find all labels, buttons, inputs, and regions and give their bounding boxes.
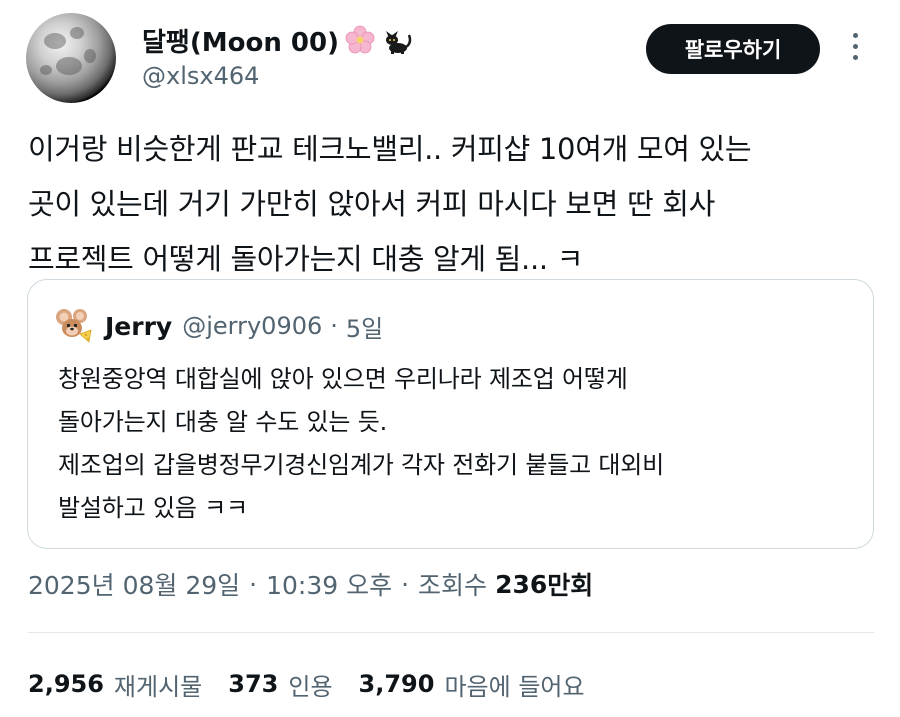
quotes-label[interactable]: 인용	[288, 667, 332, 702]
retweets-label[interactable]: 재게시물	[114, 667, 202, 702]
author-name-row: 달팽(Moon 00)	[142, 20, 412, 60]
more-options-icon[interactable]	[845, 33, 865, 67]
tweet-date[interactable]: 2025년 08월 29일	[28, 566, 240, 602]
cherry-blossom-icon	[345, 25, 375, 55]
quoted-time[interactable]: 5일	[346, 309, 383, 344]
likes-count[interactable]: 3,790	[359, 670, 435, 698]
views-label: 조회수	[418, 571, 488, 600]
tweet-meta: 2025년 08월 29일 · 10:39 오후 · 조회수 236 만회	[28, 564, 593, 604]
follow-button[interactable]: 팔로우하기	[646, 24, 820, 74]
quoted-author-handle[interactable]: @jerry0906	[182, 312, 322, 340]
engagement-stats: 2,956 재게시물 373 인용 3,790 마음에 들어요	[28, 664, 611, 704]
quoted-author-name[interactable]: Jerry	[105, 312, 172, 341]
likes-label[interactable]: 마음에 들어요	[444, 667, 584, 702]
views-count: 236	[495, 569, 548, 599]
black-cat-icon	[381, 25, 412, 55]
author-display-name[interactable]: 달팽(Moon 00)	[142, 22, 339, 59]
quoted-tweet-header: Jerry @jerry0906 · 5일	[53, 308, 383, 344]
author-avatar[interactable]	[26, 13, 116, 103]
quotes-count[interactable]: 373	[228, 670, 278, 698]
retweets-count[interactable]: 2,956	[28, 670, 104, 698]
quoted-tweet[interactable]: Jerry @jerry0906 · 5일 창원중앙역 대합실에 앉아 있으면 …	[27, 279, 874, 549]
views-unit: 만회	[547, 571, 594, 600]
meta-separator: ·	[249, 569, 258, 599]
quoted-author-avatar	[53, 306, 93, 346]
divider	[28, 632, 874, 633]
meta-separator: ·	[401, 569, 410, 599]
tweet-time[interactable]: 10:39 오후	[266, 566, 392, 602]
tweet-text: 이거랑 비슷한게 판교 테크노밸리.. 커피샵 10여개 모여 있는 곳이 있는…	[28, 132, 752, 276]
author-handle[interactable]: @xlsx464	[142, 62, 259, 90]
quoted-separator: ·	[330, 312, 338, 340]
quoted-tweet-text: 창원중앙역 대합실에 앉아 있으면 우리나라 제조업 어떻게 돌아가는지 대충 …	[58, 365, 665, 522]
tweet-header: 달팽(Moon 00) @xlsx464 팔로우하기	[0, 0, 900, 115]
